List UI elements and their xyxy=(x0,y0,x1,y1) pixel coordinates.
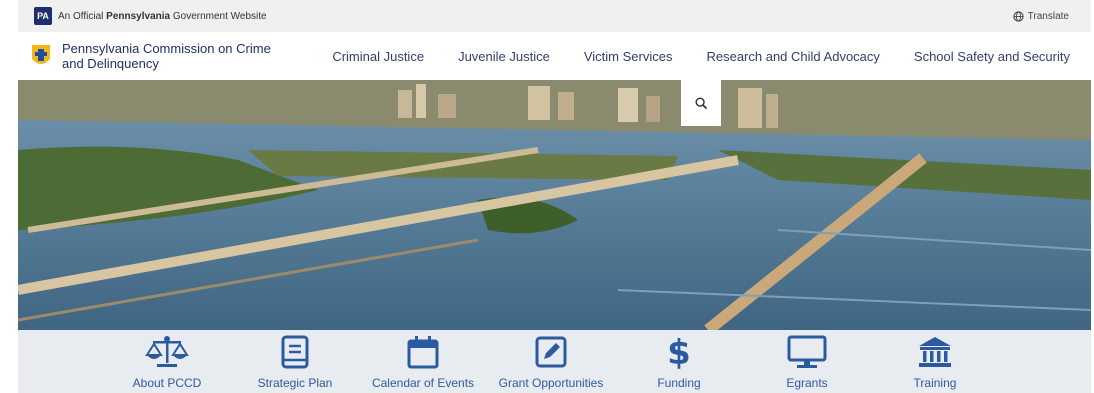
page-frame: PA An Official Pennsylvania Government W… xyxy=(18,0,1091,393)
institution-icon xyxy=(919,337,951,367)
quick-link-label: Egrants xyxy=(786,376,828,390)
svg-text:$: $ xyxy=(667,334,691,370)
dollar-icon: $ xyxy=(667,334,691,370)
translate-label: Translate xyxy=(1027,10,1069,22)
search-icon xyxy=(694,96,707,109)
official-site-text: An Official Pennsylvania Government Webs… xyxy=(58,10,267,22)
quick-link-label: Calendar of Events xyxy=(371,376,475,390)
globe-icon xyxy=(1013,10,1024,22)
official-site-bar: PA An Official Pennsylvania Government W… xyxy=(18,0,1091,32)
translate-button[interactable]: Translate xyxy=(1013,0,1069,32)
quick-link-label: Funding xyxy=(657,376,701,390)
pencil-square-icon xyxy=(535,336,567,368)
nav-item-victim-services[interactable]: Victim Services xyxy=(567,49,690,64)
main-header: Pennsylvania Commission on Crime and Del… xyxy=(18,32,1091,80)
quick-link-egrants[interactable]: Egrants xyxy=(747,330,867,393)
quick-link-calendar-of-events[interactable]: Calendar of Events xyxy=(363,330,483,393)
scales-icon xyxy=(145,336,189,367)
pa-keystone-badge: PA xyxy=(34,7,52,25)
hero-image xyxy=(18,80,1091,330)
quick-link-strategic-plan[interactable]: Strategic Plan xyxy=(235,330,355,393)
quick-link-training[interactable]: Training xyxy=(875,330,995,393)
quick-link-label: Strategic Plan xyxy=(257,376,333,390)
search-button[interactable] xyxy=(681,80,721,126)
river-city-photo xyxy=(18,80,1091,330)
org-name[interactable]: Pennsylvania Commission on Crime and Del… xyxy=(62,41,292,71)
nav-item-juvenile-justice[interactable]: Juvenile Justice xyxy=(441,49,567,64)
quick-link-label: Grant Opportunities xyxy=(498,376,604,390)
main-nav: Criminal Justice Juvenile Justice Victim… xyxy=(315,49,1087,64)
quick-link-label: About PCCD xyxy=(132,376,202,390)
quick-link-grant-opportunities[interactable]: Grant Opportunities xyxy=(491,330,611,393)
quick-link-funding[interactable]: $ Funding xyxy=(619,330,739,393)
pccd-logo-icon[interactable] xyxy=(30,43,52,69)
nav-item-criminal-justice[interactable]: Criminal Justice xyxy=(315,49,441,64)
quick-links-bar: About PCCD Strategic Plan Calendar of Ev… xyxy=(18,330,1091,393)
quick-link-about-pccd[interactable]: About PCCD xyxy=(107,330,227,393)
quick-link-label: Training xyxy=(913,376,957,390)
book-icon xyxy=(281,335,309,369)
monitor-icon xyxy=(787,335,827,368)
nav-item-research-child-advocacy[interactable]: Research and Child Advocacy xyxy=(689,49,896,64)
calendar-icon xyxy=(407,336,439,369)
nav-item-school-safety[interactable]: School Safety and Security xyxy=(897,49,1087,64)
